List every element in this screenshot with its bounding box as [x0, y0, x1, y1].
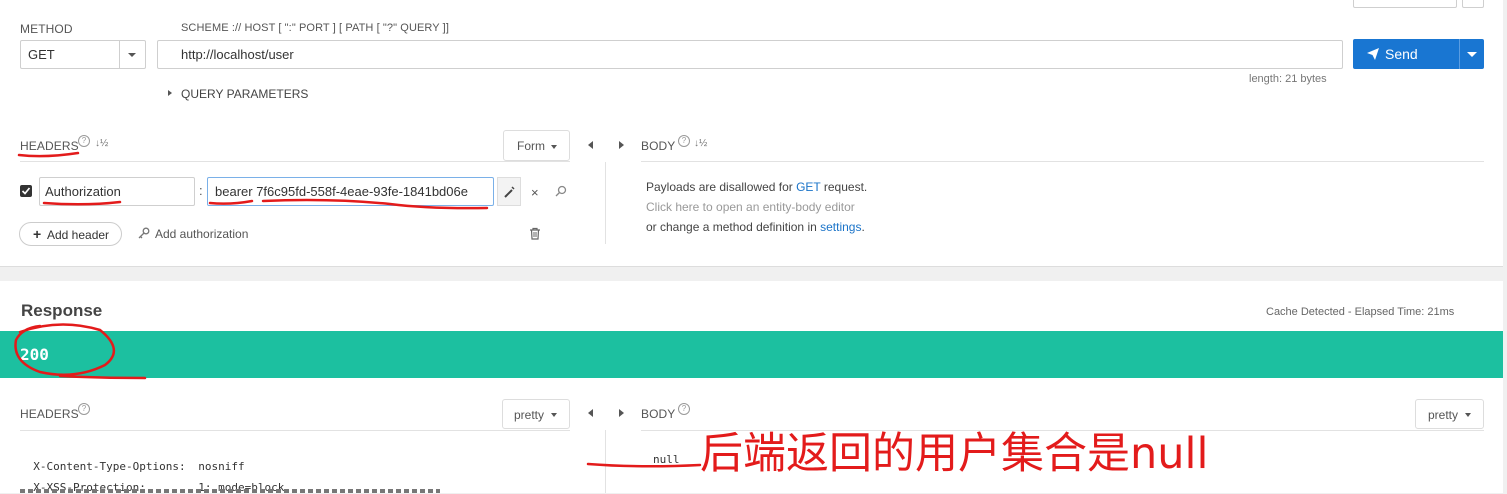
add-header-label: Add header [47, 228, 110, 242]
add-header-button[interactable]: + Add header [19, 222, 122, 246]
annotation-text: 后端返回的用户集合是null [700, 429, 1209, 479]
chevron-down-icon [1465, 413, 1471, 417]
response-header-row-partial [20, 489, 460, 493]
add-authorization-label: Add authorization [155, 227, 249, 241]
response-panel-splitter[interactable] [605, 430, 606, 493]
body-message-3: or change a method definition in setting… [646, 220, 865, 234]
url-length: length: 21 bytes [1249, 73, 1327, 85]
query-parameters-label: QUERY PARAMETERS [181, 87, 309, 101]
check-icon [21, 187, 31, 195]
caret-right-icon [168, 90, 172, 96]
help-circle-icon[interactable]: ? [78, 403, 90, 415]
header-enabled-checkbox[interactable] [20, 185, 32, 197]
body-msg3-pre: or change a method definition in [646, 220, 821, 234]
headers-divider [20, 161, 570, 162]
send-icon [1367, 48, 1379, 60]
body-msg1-post: request. [820, 180, 868, 194]
headers-mode-select[interactable]: Form [503, 130, 570, 161]
help-circle-icon[interactable]: ? [78, 135, 90, 147]
headers-title: HEADERS [20, 139, 79, 153]
plus-icon: + [33, 226, 42, 242]
expand-right-icon[interactable] [619, 409, 624, 417]
url-input[interactable]: http://localhost/user [157, 40, 1343, 69]
send-button[interactable]: Send [1353, 39, 1484, 69]
body-divider [641, 161, 1484, 162]
body-msg1-pre: Payloads are disallowed for [646, 180, 797, 194]
response-headers-title: HEADERS [20, 407, 79, 421]
method-label: METHOD [20, 22, 73, 36]
send-divider [1459, 39, 1460, 69]
body-msg3-post: . [861, 220, 865, 234]
method-value: GET [28, 47, 55, 62]
url-format-label: SCHEME :// HOST [ ":" PORT ] [ PATH [ "?… [181, 22, 449, 34]
status-bar: 200 [0, 331, 1503, 378]
url-value: http://localhost/user [181, 47, 294, 62]
top-right-control-extra[interactable] [1462, 0, 1484, 8]
header-value-input[interactable]: bearer 7f6c95fd-558f-4eae-93fe-1841bd06e [207, 177, 494, 206]
cache-info: Cache Detected - Elapsed Time: 21ms [1266, 306, 1455, 318]
help-circle-icon[interactable]: ? [678, 135, 690, 147]
response-headers-format: pretty [514, 408, 545, 422]
body-message-1: Payloads are disallowed for GET request. [646, 180, 867, 194]
sort-icon[interactable]: ↓½ [694, 138, 707, 149]
chevron-down-icon [551, 145, 557, 149]
chevron-down-icon [551, 413, 557, 417]
header-value-editor-button[interactable] [497, 177, 521, 206]
response-title: Response [21, 301, 103, 320]
header-value-text: bearer 7f6c95fd-558f-4eae-93fe-1841bd06e [215, 184, 468, 199]
response-headers-divider [20, 430, 570, 431]
collapse-left-icon[interactable] [588, 409, 593, 417]
key-icon [138, 227, 150, 239]
search-icon[interactable] [555, 185, 567, 197]
chevron-down-icon [128, 53, 136, 57]
send-label: Send [1385, 46, 1418, 62]
response-body-format: pretty [1428, 408, 1459, 422]
headers-mode-value: Form [517, 139, 545, 153]
open-body-editor-link[interactable]: Click here to open an entity-body editor [646, 200, 855, 214]
help-circle-icon[interactable]: ? [678, 403, 690, 415]
sort-icon[interactable]: ↓½ [95, 138, 108, 149]
trash-icon[interactable] [529, 227, 541, 240]
method-select[interactable]: GET [20, 40, 146, 69]
expand-right-icon[interactable] [619, 141, 624, 149]
response-headers-format-select[interactable]: pretty [502, 399, 570, 429]
collapse-left-icon[interactable] [588, 141, 593, 149]
header-name-value: Authorization [45, 184, 121, 199]
header-name-input[interactable]: Authorization [39, 177, 195, 206]
header-separator: : [199, 183, 203, 198]
method-link[interactable]: GET [796, 180, 820, 194]
method-divider [119, 41, 120, 68]
wand-icon [504, 186, 515, 198]
panel-splitter[interactable] [605, 162, 606, 244]
response-body-format-select[interactable]: pretty [1415, 399, 1484, 429]
body-title: BODY [641, 139, 676, 153]
status-code: 200 [20, 345, 49, 364]
settings-link[interactable]: settings [820, 220, 861, 234]
remove-header-icon[interactable]: × [531, 185, 539, 200]
top-right-control[interactable] [1353, 0, 1457, 8]
response-body-value: null [653, 453, 680, 466]
response-body-title: BODY [641, 407, 676, 421]
send-options-chevron-icon[interactable] [1467, 52, 1477, 57]
